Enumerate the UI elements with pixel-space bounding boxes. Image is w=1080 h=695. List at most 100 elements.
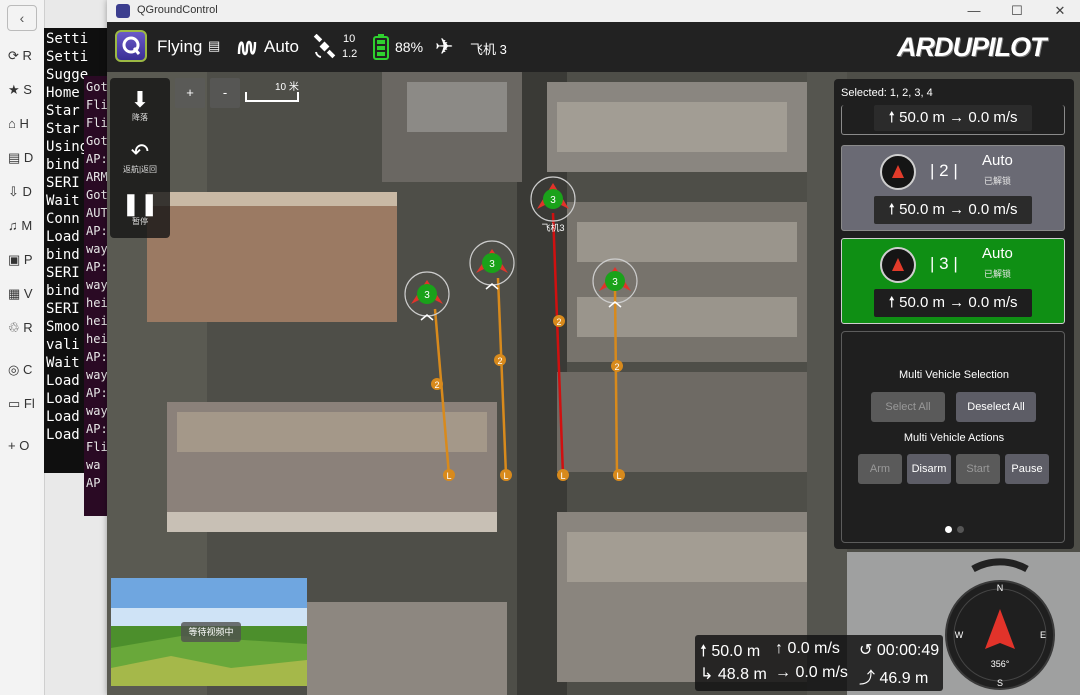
title-bar[interactable]: QGroundControl — ☐ ✕ bbox=[107, 0, 1080, 22]
battery-icon[interactable] bbox=[373, 34, 389, 60]
svg-text:3: 3 bbox=[612, 277, 618, 288]
heading-dial-icon bbox=[880, 154, 916, 190]
vehicle-2-telemetry: 🠕 50.0 m → 0.0 m/s bbox=[874, 196, 1032, 224]
vehicle-card-2[interactable]: | 2 | Auto 已解锁 🠕 50.0 m → 0.0 m/s bbox=[841, 145, 1065, 231]
arm-button[interactable]: Arm bbox=[858, 454, 902, 484]
flight-state[interactable]: Flying bbox=[157, 37, 202, 57]
app-icon bbox=[116, 4, 130, 18]
pause-mission-button[interactable]: Pause bbox=[1005, 454, 1049, 484]
video-pip[interactable]: 等待视频中 bbox=[111, 578, 307, 686]
svg-text:3: 3 bbox=[424, 290, 430, 301]
vehicle-1-telemetry: 🠕 50.0 m → 0.0 m/s bbox=[874, 105, 1032, 131]
svg-text:L: L bbox=[616, 471, 621, 481]
vehicle-2-armed: 已解锁 bbox=[984, 176, 1012, 186]
deselect-all-button[interactable]: Deselect All bbox=[956, 392, 1036, 422]
pause-button[interactable]: ❚❚ 暂停 bbox=[110, 192, 170, 227]
svg-text:L: L bbox=[560, 471, 565, 481]
battery-percent: 88% bbox=[395, 39, 424, 55]
page-dot[interactable] bbox=[957, 526, 964, 533]
sidebar-item-downloads[interactable]: ⇩ D bbox=[8, 184, 38, 202]
active-vehicle[interactable]: 飞机 3 bbox=[470, 39, 507, 58]
gps-satellite-icon[interactable] bbox=[312, 34, 338, 60]
sidebar-item-documents[interactable]: ▤ D bbox=[8, 150, 38, 168]
svg-text:2: 2 bbox=[614, 362, 619, 372]
video-status: 等待视频中 bbox=[181, 622, 241, 642]
map-view[interactable]: 2 2 2 2 L L L L 3 3 3 飞机3 3 ⬇ 降落 ↶ 返航|返回… bbox=[107, 72, 1080, 695]
flight-path-2 bbox=[496, 277, 508, 476]
flight-mode[interactable]: Auto bbox=[264, 37, 299, 57]
return-icon: ↶ bbox=[130, 139, 150, 164]
svg-text:飞机3: 飞机3 bbox=[541, 222, 564, 233]
message-icon[interactable]: ▤ bbox=[208, 38, 220, 54]
vehicle-card-3[interactable]: | 3 | Auto 已解锁 🠕 50.0 m → 0.0 m/s bbox=[841, 238, 1065, 324]
maximize-button[interactable]: ☐ bbox=[1002, 2, 1032, 20]
vehicle-marker-2[interactable]: 3 bbox=[469, 240, 515, 290]
heading-readout: 356° bbox=[991, 659, 1010, 669]
altitude-amsl: ↳ 48.8 m bbox=[700, 666, 767, 683]
terminal-line: Setti bbox=[46, 49, 89, 65]
minimize-button[interactable]: — bbox=[959, 2, 989, 20]
sidebar-item-recent[interactable]: ⟳ R bbox=[8, 48, 38, 66]
multi-vehicle-panel: Selected: 1, 2, 3, 4 🠕 50.0 m → 0.0 m/s … bbox=[834, 79, 1074, 549]
sidebar-item-videos[interactable]: ▦ V bbox=[8, 286, 38, 304]
close-button[interactable]: ✕ bbox=[1045, 2, 1075, 20]
browser-sidebar: ‹ ⟳ R ★ S ⌂ H ▤ D ⇩ D ♫ M ▣ P ▦ V ♲ R ◎ … bbox=[0, 0, 45, 695]
compass-e: E bbox=[1040, 630, 1046, 640]
zoom-in-button[interactable]: + bbox=[175, 78, 205, 108]
page-dot-active[interactable] bbox=[945, 526, 952, 533]
vehicle-3-id: | 3 | bbox=[930, 254, 958, 273]
window-title: QGroundControl bbox=[137, 4, 218, 16]
svg-text:2: 2 bbox=[556, 317, 561, 327]
svg-text:3: 3 bbox=[550, 195, 556, 206]
vehicle-3-armed: 已解锁 bbox=[984, 269, 1012, 279]
gps-hdop: 1.2 bbox=[342, 48, 358, 60]
sidebar-item-floppy[interactable]: ▭ Fl bbox=[8, 396, 38, 414]
gps-count: 10 bbox=[343, 33, 356, 45]
vehicle-2-mode: Auto bbox=[982, 152, 1013, 169]
altitude-relative: 🠕 50.0 m bbox=[700, 643, 761, 660]
svg-text:2: 2 bbox=[497, 356, 502, 366]
flight-path-3 bbox=[551, 212, 565, 476]
multi-actions-title: Multi Vehicle Actions bbox=[903, 432, 1005, 444]
vehicle-2-id: | 2 | bbox=[930, 161, 958, 180]
mode-icon[interactable] bbox=[237, 38, 259, 58]
compass-n: N bbox=[997, 583, 1004, 593]
telemetry-bar[interactable]: 🠕 50.0 m ↑ 0.0 m/s ↺ 00:00:49 ↳ 48.8 m →… bbox=[695, 635, 943, 691]
compass-s: S bbox=[997, 678, 1003, 688]
sidebar-item-home[interactable]: ⌂ H bbox=[8, 116, 38, 134]
scale-bar bbox=[245, 92, 299, 102]
sidebar-item-starred[interactable]: ★ S bbox=[8, 82, 38, 100]
vehicle-marker-1[interactable]: 3 bbox=[404, 271, 450, 321]
multi-vehicle-controls: Multi Vehicle Selection Select All Desel… bbox=[841, 331, 1065, 543]
zoom-out-button[interactable]: - bbox=[210, 78, 240, 108]
vehicle-3-mode: Auto bbox=[982, 245, 1013, 262]
rtl-button[interactable]: ↶ 返航|返回 bbox=[110, 140, 170, 175]
vehicle-3-telemetry: 🠕 50.0 m → 0.0 m/s bbox=[874, 289, 1032, 317]
sidebar-item-other[interactable]: + O bbox=[8, 438, 38, 456]
compass-widget[interactable]: N S W E 356° bbox=[945, 557, 1055, 692]
qgc-logo-button[interactable] bbox=[115, 30, 147, 62]
pause-icon: ❚❚ bbox=[121, 191, 159, 216]
sidebar-item-computer[interactable]: ◎ C bbox=[8, 362, 38, 380]
disarm-button[interactable]: Disarm bbox=[907, 454, 951, 484]
select-all-button[interactable]: Select All bbox=[871, 392, 945, 422]
start-button[interactable]: Start bbox=[956, 454, 1000, 484]
land-button[interactable]: ⬇ 降落 bbox=[110, 88, 170, 123]
map-scale: 10 米 bbox=[245, 78, 301, 108]
svg-text:L: L bbox=[446, 471, 451, 481]
vehicle-marker-3-selected[interactable]: 3 飞机3 bbox=[530, 176, 576, 233]
vehicle-plane-icon[interactable]: ✈ bbox=[435, 34, 453, 60]
vehicle-card-1[interactable]: 🠕 50.0 m → 0.0 m/s bbox=[841, 105, 1065, 135]
terminal-line: Setti bbox=[46, 31, 89, 47]
land-icon: ⬇ bbox=[130, 87, 150, 112]
svg-text:L: L bbox=[503, 471, 508, 481]
svg-text:3: 3 bbox=[489, 259, 495, 270]
fly-tool-strip: ⬇ 降落 ↶ 返航|返回 ❚❚ 暂停 bbox=[110, 78, 170, 238]
sidebar-item-recycle[interactable]: ♲ R bbox=[8, 320, 38, 338]
back-button[interactable]: ‹ bbox=[7, 5, 37, 31]
flight-path-1 bbox=[433, 308, 451, 476]
main-toolbar: Flying ▤ Auto 10 1.2 88% ✈ 飞机 3 ARDUPILO… bbox=[107, 22, 1080, 72]
sidebar-item-music[interactable]: ♫ M bbox=[8, 218, 38, 236]
distance-to-home: ⤴ 46.9 m bbox=[859, 670, 929, 687]
sidebar-item-pictures[interactable]: ▣ P bbox=[8, 252, 38, 270]
